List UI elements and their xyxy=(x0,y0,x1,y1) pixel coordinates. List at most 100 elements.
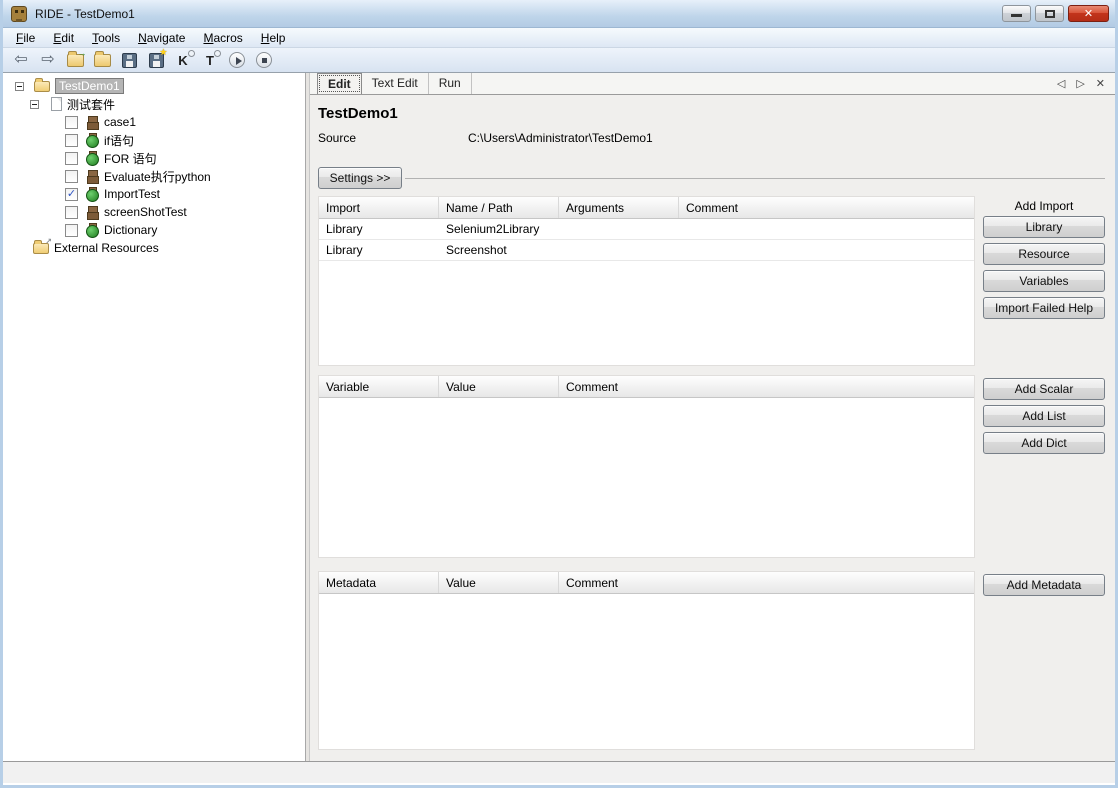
add-metadata-button[interactable]: Add Metadata xyxy=(983,574,1105,596)
go-back-icon: ⇦ xyxy=(14,51,28,68)
test-checkbox[interactable] xyxy=(65,205,78,219)
robot-test-icon xyxy=(85,223,99,238)
menu-macros[interactable]: Macros xyxy=(194,29,251,47)
robot-test-icon xyxy=(85,187,99,202)
tab-bar: Edit Text Edit Run ◁ ▷ ✕ xyxy=(310,73,1115,95)
column-header-comment: Comment xyxy=(566,576,619,590)
search-keywords-icon: K xyxy=(178,49,196,68)
test-checkbox[interactable] xyxy=(65,133,78,147)
tree-item-external-resources[interactable]: External Resources xyxy=(3,237,305,257)
cell-import-args[interactable] xyxy=(559,219,679,239)
tab-scroll-left-icon[interactable]: ◁ xyxy=(1057,77,1065,90)
test-checkbox[interactable] xyxy=(65,223,78,237)
menu-navigate[interactable]: Navigate xyxy=(129,29,194,47)
table-row[interactable]: Library Selenium2Library xyxy=(319,219,974,240)
menu-edit[interactable]: Edit xyxy=(44,29,83,47)
menu-file[interactable]: File xyxy=(7,29,44,47)
run-tests-button[interactable] xyxy=(225,49,249,71)
add-dict-button[interactable]: Add Dict xyxy=(983,432,1105,454)
go-back-button[interactable]: ⇦ xyxy=(9,49,33,71)
settings-divider xyxy=(405,177,1105,179)
cell-import-name[interactable]: Screenshot xyxy=(439,240,559,260)
test-checkbox[interactable] xyxy=(65,169,78,183)
test-checkbox-checked[interactable]: ✓ xyxy=(65,187,78,201)
column-header-arguments: Arguments xyxy=(559,197,679,218)
window-title: RIDE - TestDemo1 xyxy=(35,6,135,21)
tab-scroll-right-icon[interactable]: ▷ xyxy=(1076,77,1084,90)
tree-item-label[interactable]: External Resources xyxy=(54,241,159,255)
cell-import-comment[interactable] xyxy=(679,240,974,260)
tree-item-label[interactable]: FOR 语句 xyxy=(104,150,157,167)
tab-close-icon[interactable]: ✕ xyxy=(1096,77,1105,90)
collapse-expander-icon[interactable] xyxy=(15,81,24,91)
add-library-button[interactable]: Library xyxy=(983,216,1105,238)
tree-item-label[interactable]: ImportTest xyxy=(104,187,160,201)
source-path: C:\Users\Administrator\TestDemo1 xyxy=(468,131,653,145)
minimize-button[interactable] xyxy=(1002,5,1031,22)
edit-tab-content: TestDemo1 Source C:\Users\Administrator\… xyxy=(310,95,1115,761)
tab-text-edit[interactable]: Text Edit xyxy=(362,73,429,94)
source-label: Source xyxy=(318,131,357,145)
variable-actions: Add Scalar Add List Add Dict xyxy=(983,375,1105,459)
save-all-button[interactable]: ★ xyxy=(144,47,168,71)
add-scalar-button[interactable]: Add Scalar xyxy=(983,378,1105,400)
tree-suite-label[interactable]: 测试套件 xyxy=(67,96,115,113)
save-button[interactable] xyxy=(117,49,141,71)
cell-import-type[interactable]: Library xyxy=(319,219,439,239)
robot-test-icon xyxy=(85,169,99,184)
main-area: TestDemo1 测试套件 case1 if语句 FOR 语句 Evaluat… xyxy=(3,73,1115,761)
tree-item-for[interactable]: FOR 语句 xyxy=(3,149,305,167)
search-tests-button[interactable]: T xyxy=(198,49,222,71)
tree-item-suite[interactable]: 测试套件 xyxy=(3,95,305,113)
column-header-comment: Comment xyxy=(566,380,619,394)
cell-import-type[interactable]: Library xyxy=(319,240,439,260)
go-forward-button[interactable]: ⇨ xyxy=(36,49,60,71)
cell-import-comment[interactable] xyxy=(679,219,974,239)
close-icon: ✕ xyxy=(1083,8,1094,20)
external-resources-folder-icon xyxy=(33,237,52,254)
tree-item-importtest[interactable]: ✓ ImportTest xyxy=(3,185,305,203)
source-row: Source C:\Users\Administrator\TestDemo1 xyxy=(318,131,1105,145)
search-keywords-button[interactable]: K xyxy=(171,49,196,71)
collapse-expander-icon[interactable] xyxy=(30,99,39,109)
menu-help[interactable]: Help xyxy=(252,29,295,47)
tree-item-screenshottest[interactable]: screenShotTest xyxy=(3,203,305,221)
cell-import-name[interactable]: Selenium2Library xyxy=(439,219,559,239)
add-list-button[interactable]: Add List xyxy=(983,405,1105,427)
column-header-comment: Comment xyxy=(686,201,739,215)
tree-root-label[interactable]: TestDemo1 xyxy=(55,78,124,94)
open-test-suite-button[interactable]: → xyxy=(63,48,87,71)
stop-running-button[interactable] xyxy=(252,49,276,71)
app-robot-icon xyxy=(11,5,27,22)
tab-edit[interactable]: Edit xyxy=(317,73,362,94)
tab-run[interactable]: Run xyxy=(429,73,472,94)
cell-import-args[interactable] xyxy=(559,240,679,260)
menu-tools[interactable]: Tools xyxy=(83,29,129,47)
maximize-button[interactable] xyxy=(1035,5,1064,22)
tree-item-case1[interactable]: case1 xyxy=(3,113,305,131)
import-failed-help-button[interactable]: Import Failed Help xyxy=(983,297,1105,319)
import-section: Import Name / Path Arguments Comment Lib… xyxy=(318,196,1105,366)
tree-item-label[interactable]: if语句 xyxy=(104,132,134,149)
save-icon xyxy=(121,52,137,68)
stop-icon xyxy=(256,52,272,68)
tree-item-root[interactable]: TestDemo1 xyxy=(3,77,305,95)
tree-item-if[interactable]: if语句 xyxy=(3,131,305,149)
close-button[interactable]: ✕ xyxy=(1068,5,1109,22)
tree-item-label[interactable]: Dictionary xyxy=(104,223,157,237)
settings-toggle-button[interactable]: Settings >> xyxy=(318,167,402,189)
add-variables-button[interactable]: Variables xyxy=(983,270,1105,292)
add-resource-button[interactable]: Resource xyxy=(983,243,1105,265)
tree-item-label[interactable]: screenShotTest xyxy=(104,205,187,219)
tree-item-evaluate[interactable]: Evaluate执行python xyxy=(3,167,305,185)
open-directory-button[interactable] xyxy=(90,49,114,71)
tab-nav: ◁ ▷ ✕ xyxy=(1057,73,1115,94)
tree-item-label[interactable]: Evaluate执行python xyxy=(104,168,211,185)
tree-item-label[interactable]: case1 xyxy=(104,115,136,129)
window-controls: ✕ xyxy=(1002,5,1109,22)
column-header-import: Import xyxy=(319,197,439,218)
table-row[interactable]: Library Screenshot xyxy=(319,240,974,261)
test-suite-tree: TestDemo1 测试套件 case1 if语句 FOR 语句 Evaluat… xyxy=(3,73,305,761)
test-checkbox[interactable] xyxy=(65,151,78,165)
test-checkbox[interactable] xyxy=(65,115,78,129)
